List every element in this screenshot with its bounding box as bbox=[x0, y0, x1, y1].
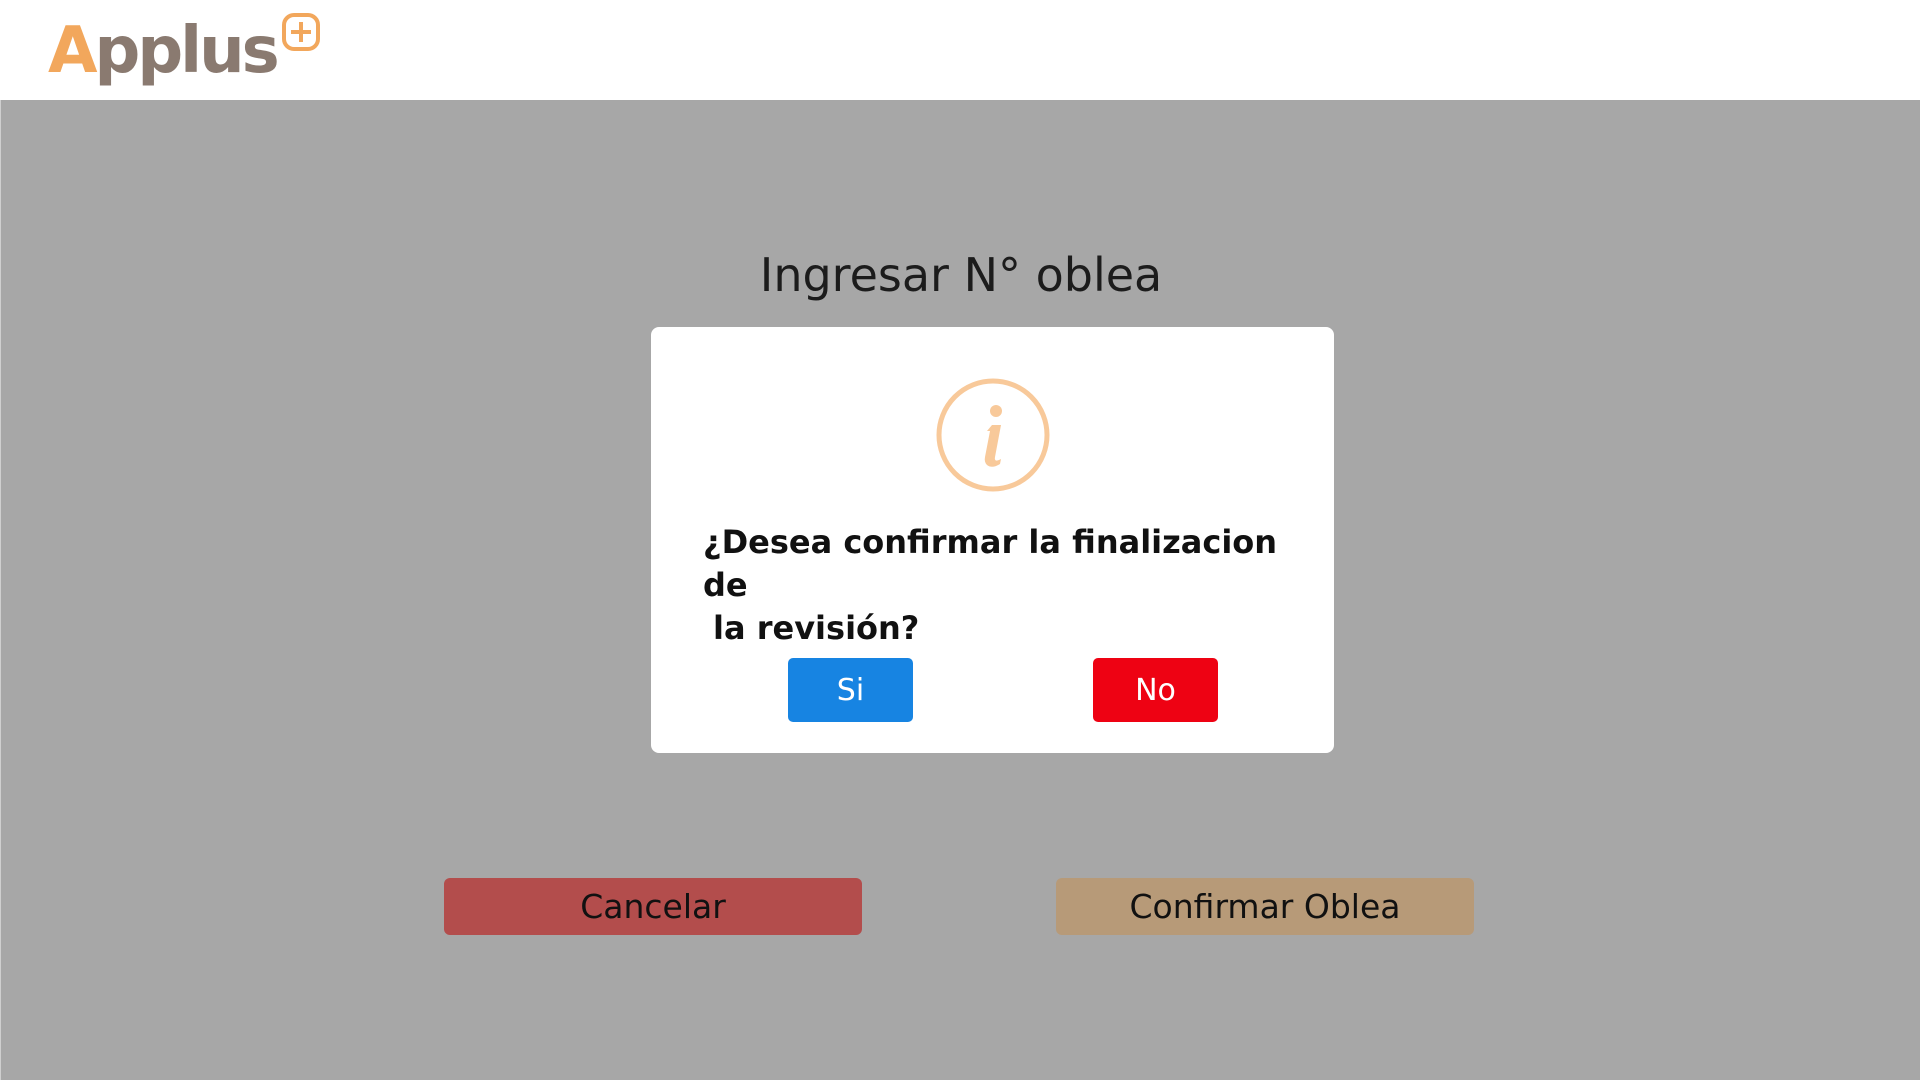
logo-letters-pplus: pplus bbox=[94, 14, 280, 88]
confirm-oblea-button[interactable]: Confirmar Oblea bbox=[1056, 878, 1474, 935]
cancel-button[interactable]: Cancelar bbox=[444, 878, 862, 935]
info-icon bbox=[935, 377, 1051, 493]
dialog-message-line2: la revisión? bbox=[713, 609, 920, 647]
confirmation-dialog: ¿Desea confirmar la finalizacion de la r… bbox=[651, 327, 1334, 753]
dialog-message: ¿Desea confirmar la finalizacion de la r… bbox=[703, 521, 1303, 650]
yes-button[interactable]: Si bbox=[788, 658, 913, 722]
applus-plus-icon bbox=[281, 12, 321, 56]
page-title: Ingresar N° oblea bbox=[759, 248, 1163, 302]
logo-letter-a: A bbox=[48, 14, 98, 88]
dialog-message-line1: ¿Desea confirmar la finalizacion de bbox=[703, 523, 1278, 604]
top-header: Applus bbox=[0, 0, 1920, 100]
applus-logo: Applus bbox=[48, 10, 321, 92]
no-button[interactable]: No bbox=[1093, 658, 1218, 722]
app-page: Applus Ingresar N° oblea Cancelar Confir… bbox=[0, 0, 1920, 1080]
